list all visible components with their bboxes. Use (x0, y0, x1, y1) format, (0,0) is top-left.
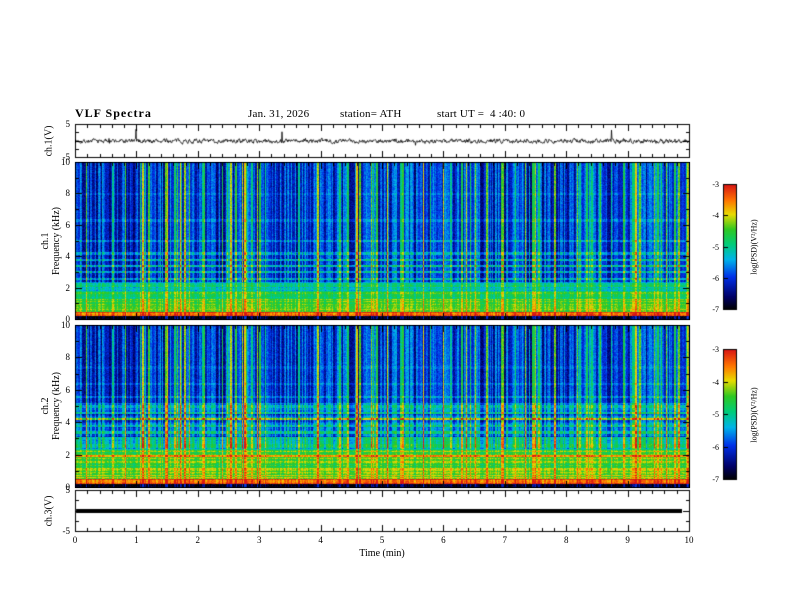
colorbar-tick-label: -6 (712, 442, 719, 452)
x-tick-label: 0 (72, 535, 78, 545)
ch2-frequency-axis-label-line1: ch.2 (40, 397, 51, 415)
y-tick-label: 6 (65, 219, 71, 230)
ch3-voltage-axis-label: ch.3(V) (43, 495, 55, 527)
x-tick-label: 5 (379, 535, 385, 545)
colorbar-tick-label: -3 (712, 345, 719, 354)
y-tick-label: 8 (65, 352, 71, 363)
y-tick-label: -5 (62, 152, 71, 162)
y-tick-label: 2 (65, 449, 71, 460)
colorbar-label: log(PSD)(V²/Hz) (749, 386, 759, 443)
x-tick-label: 8 (563, 535, 569, 545)
x-tick-label: 10 (684, 535, 694, 545)
x-tick-label: 1 (134, 535, 139, 545)
y-tick-label: 4 (65, 417, 71, 428)
y-tick-label: 2 (65, 282, 71, 293)
y-tick-label: 4 (65, 251, 71, 262)
figure-title: VLF Spectra (75, 106, 152, 120)
ch1-frequency-axis-label-line1: ch.1 (40, 232, 51, 250)
colorbar-tick-label: -3 (712, 180, 719, 189)
x-tick-label: 9 (625, 535, 630, 545)
x-tick-label: 7 (502, 535, 508, 545)
y-tick-label: 5 (65, 485, 71, 495)
ch2-frequency-axis-label: ch.2 Frequency (kHz) (40, 372, 62, 440)
x-tick-label: 3 (256, 535, 262, 545)
x-tick-label: 6 (441, 535, 446, 545)
x-tick-label: 4 (318, 535, 323, 545)
colorbar-tick-label: -4 (712, 377, 719, 387)
y-tick-label: -5 (62, 526, 71, 536)
colorbar-tick-label: -4 (712, 211, 719, 221)
ch2-frequency-axis-label-line2: Frequency (kHz) (51, 371, 62, 441)
header-date: Jan. 31, 2026 (248, 108, 310, 120)
vlf-spectra-figure: VLF Spectra Jan. 31, 2026 station= ATH s… (0, 0, 792, 612)
colorbar-label: log(PSD)(V²/Hz) (749, 219, 759, 275)
colorbar-tick-label: -6 (712, 273, 719, 283)
ch1-frequency-axis-label: ch.1 Frequency (kHz) (40, 207, 62, 275)
y-tick-label: 10 (61, 320, 70, 330)
x-axis-label: Time (min) (359, 548, 405, 559)
y-tick-label: 8 (65, 188, 71, 199)
colorbar-tick-label: -7 (712, 305, 719, 314)
y-tick-label: 5 (65, 119, 71, 129)
axes-overlay-canvas (0, 0, 792, 612)
header-station: station= ATH (340, 108, 402, 120)
ch1-frequency-axis-label-line2: Frequency (kHz) (51, 206, 62, 276)
y-tick-label: 6 (65, 384, 71, 395)
header-start-ut: start UT = 4 :40: 0 (437, 108, 526, 120)
colorbar-tick-label: -5 (712, 410, 719, 419)
colorbar-tick-label: -5 (712, 242, 719, 252)
colorbar-tick-label: -7 (712, 475, 719, 484)
x-tick-label: 2 (195, 535, 201, 545)
